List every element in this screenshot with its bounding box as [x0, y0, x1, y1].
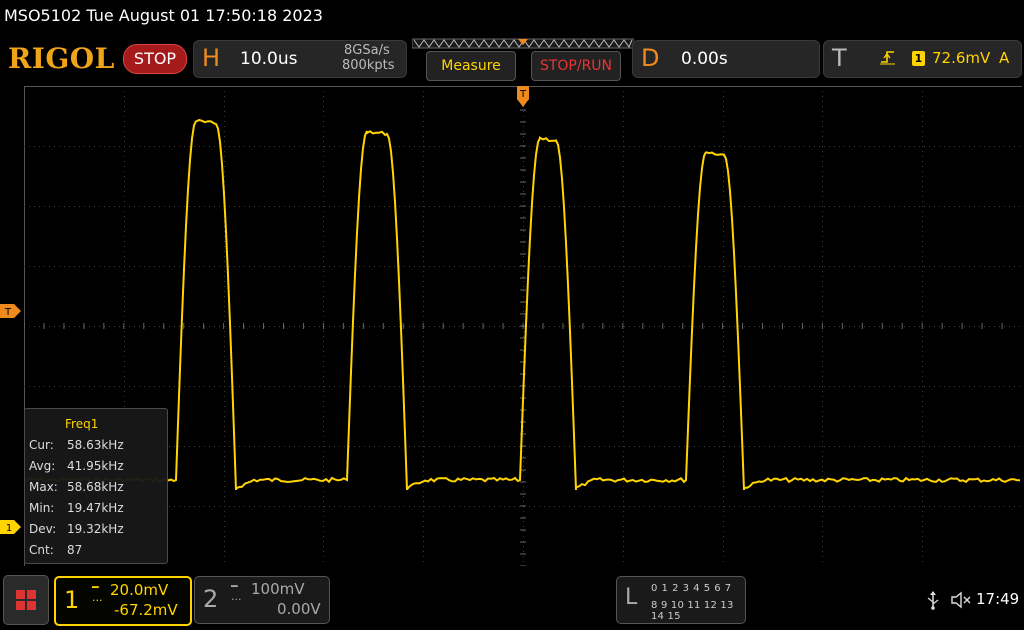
measure-button[interactable]: Measure [426, 51, 516, 81]
sample-rate: 8GSa/s [344, 43, 390, 58]
meas-value-min: 19.47kHz [67, 501, 124, 515]
meas-value-cnt: 87 [67, 543, 83, 557]
meas-value-max: 58.68kHz [67, 480, 124, 494]
horizontal-settings[interactable]: H 10.0us 8GSa/s 800kpts [193, 40, 407, 78]
trigger-level-label: T [4, 307, 12, 318]
logic-channels-high: 8 9 10 11 12 13 14 15 [651, 600, 734, 622]
horizontal-letter: H [202, 44, 221, 72]
title-bar: MSO5102 Tue August 01 17:50:18 2023 [0, 0, 1024, 34]
measurement-panel[interactable]: Freq1 Cur: 58.63kHz Avg: 41.95kHz Max: 5… [24, 408, 168, 564]
trigger-level: 72.6mV [932, 49, 991, 67]
speaker-muted-icon[interactable] [950, 591, 972, 609]
logic-letter: L [625, 585, 638, 610]
trigger-level-marker[interactable]: T [0, 304, 22, 318]
grid-menu-icon [16, 590, 36, 610]
rising-edge-icon [880, 49, 896, 69]
channel1-trace [24, 118, 1021, 491]
channel1-number: 1 [64, 586, 80, 614]
memory-depth: 800kpts [342, 58, 395, 73]
trigger-letter: T [832, 44, 847, 72]
delay-settings[interactable]: D 0.00s [632, 40, 820, 78]
channel2-number: 2 [203, 585, 219, 613]
delay-letter: D [641, 44, 660, 72]
channel1-marker-label: 1 [6, 523, 12, 534]
dc-coupling-icon: ━ ··· [92, 581, 103, 607]
trigger-settings[interactable]: T 1 72.6mV A [823, 40, 1022, 78]
memory-position-bar [412, 38, 634, 49]
meas-label-cnt: Cnt: [29, 543, 54, 557]
dc-coupling-icon: ━ ··· [231, 580, 242, 606]
delay-value: 0.00s [681, 49, 728, 69]
channel1-offset: -67.2mV [114, 601, 178, 619]
meas-label-max: Max: [29, 480, 58, 494]
main-menu-button[interactable] [3, 575, 49, 625]
meas-value-cur: 58.63kHz [67, 438, 124, 452]
measurement-title: Freq1 [65, 417, 99, 431]
trigger-position-marker[interactable]: T [517, 86, 529, 108]
meas-label-dev: Dev: [29, 522, 57, 536]
trigger-source: 1 [912, 51, 925, 66]
rigol-logo: RIGOL [8, 42, 115, 75]
channel2-scale: 100mV [251, 580, 305, 598]
channel2-offset: 0.00V [277, 600, 321, 618]
channel1-scale: 20.0mV [110, 581, 169, 599]
trigger-position-label: T [519, 89, 527, 100]
channel1-offset-marker[interactable]: 1 [0, 520, 22, 534]
usb-icon [927, 591, 939, 610]
channel2-settings[interactable]: 2 ━ ··· 100mV 0.00V [194, 576, 330, 624]
run-state-badge[interactable]: STOP [123, 44, 187, 74]
meas-value-avg: 41.95kHz [67, 459, 124, 473]
waveform-display[interactable] [24, 86, 1022, 566]
meas-label-avg: Avg: [29, 459, 56, 473]
meas-value-dev: 19.32kHz [67, 522, 124, 536]
logic-analyzer-settings[interactable]: L 0 1 2 3 4 5 6 7 8 9 10 11 12 13 14 15 [616, 576, 746, 624]
timebase-value: 10.0us [240, 49, 298, 69]
meas-label-min: Min: [29, 501, 55, 515]
trigger-mode: A [999, 49, 1010, 67]
system-clock: 17:49 [976, 590, 1020, 608]
graticule [24, 86, 1022, 566]
meas-label-cur: Cur: [29, 438, 54, 452]
stop-run-button[interactable]: STOP/RUN [531, 51, 621, 81]
channel1-settings[interactable]: 1 ━ ··· 20.0mV -67.2mV [54, 576, 192, 626]
logic-channels-low: 0 1 2 3 4 5 6 7 [651, 583, 732, 594]
device-info: MSO5102 Tue August 01 17:50:18 2023 [4, 6, 323, 25]
